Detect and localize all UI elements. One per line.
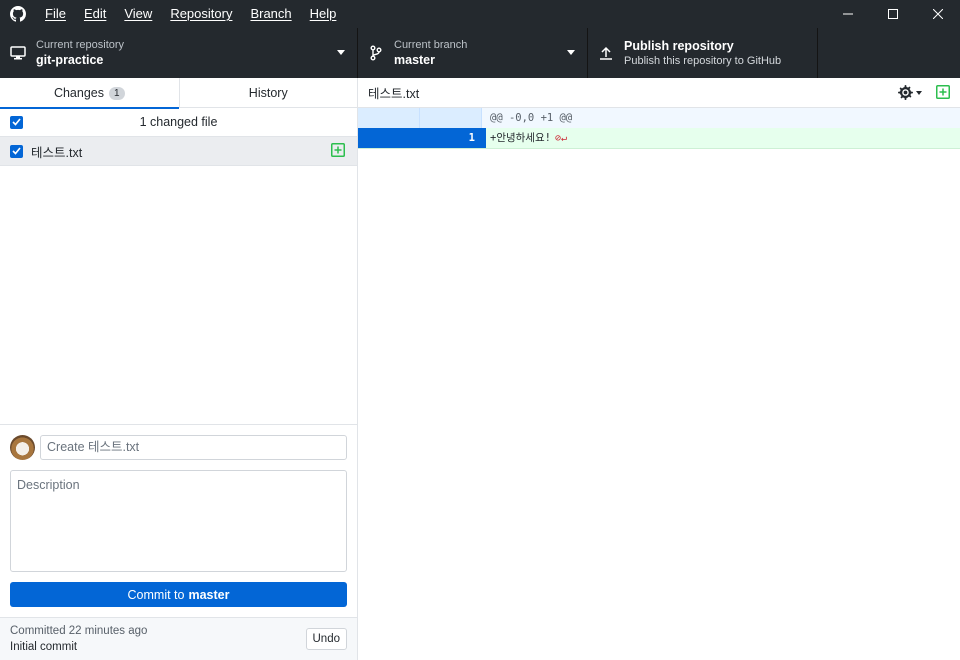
old-line-number (358, 128, 420, 148)
last-commit-message: Initial commit (10, 641, 78, 653)
changed-files-header: 1 changed file (0, 108, 357, 137)
changed-files-summary: 1 changed file (139, 115, 218, 129)
checkmark-icon (12, 147, 21, 155)
menu-branch[interactable]: Branch (241, 0, 300, 28)
upload-arrow-icon (588, 46, 624, 60)
github-logo-icon (0, 0, 36, 28)
chevron-down-icon (567, 50, 575, 55)
file-added-icon (331, 142, 345, 160)
list-item[interactable]: 테스트.txt (0, 137, 357, 166)
commit-summary-input[interactable]: Create 테스트.txt (40, 435, 347, 460)
diff-settings-button[interactable] (898, 85, 922, 100)
diff-line-text: +안녕하세요! (490, 132, 551, 144)
old-line-number (358, 108, 420, 128)
toolbar: Current repository git-practice Current … (0, 28, 960, 78)
current-branch-button[interactable]: Current branch master (358, 28, 588, 78)
git-branch-icon (358, 45, 394, 61)
chevron-down-icon (916, 90, 922, 95)
diff-header: 테스트.txt (358, 78, 960, 108)
avatar (10, 435, 35, 460)
minimize-icon (842, 13, 853, 15)
hunk-text: @@ -0,0 +1 @@ (482, 108, 960, 128)
undo-button[interactable]: Undo (305, 628, 347, 650)
gear-icon (898, 85, 913, 100)
branch-name: master (394, 53, 435, 67)
tab-history[interactable]: History (178, 78, 358, 108)
diff-hunk-header: @@ -0,0 +1 @@ (358, 108, 960, 128)
diff-file-name: 테스트.txt (368, 87, 420, 101)
new-line-number: 1 (420, 128, 482, 148)
maximize-icon (887, 9, 898, 19)
maximize-button[interactable] (870, 0, 915, 28)
last-commit-time: Committed 22 minutes ago (10, 625, 148, 637)
title-bar: File Edit View Repository Branch Help (0, 0, 960, 28)
tab-history-label: History (248, 86, 288, 100)
file-added-icon (936, 85, 950, 102)
menu-help[interactable]: Help (301, 0, 346, 28)
menu-repository[interactable]: Repository (161, 0, 241, 28)
menu-file[interactable]: File (36, 0, 75, 28)
close-icon (932, 9, 943, 19)
tab-changes-label: Changes (53, 86, 104, 100)
tab-changes[interactable]: Changes 1 (0, 78, 179, 109)
desktop-icon (0, 46, 36, 60)
publish-repository-button[interactable]: Publish repository Publish this reposito… (588, 28, 818, 78)
new-line-number (420, 108, 482, 128)
commit-button[interactable]: Commit to master (10, 582, 347, 607)
repo-label: Current repository (36, 39, 125, 51)
commit-button-prefix: Commit to (127, 587, 185, 602)
window-controls (825, 0, 960, 28)
menu-view[interactable]: View (115, 0, 161, 28)
diff-pane: 테스트.txt @@ -0,0 +1 @@ 1 +안녕하세요! ⊘↵ (358, 78, 960, 660)
commit-description-input[interactable]: Description (10, 470, 347, 572)
branch-label: Current branch (394, 39, 468, 51)
chevron-down-icon (337, 50, 345, 55)
menu-edit[interactable]: Edit (75, 0, 115, 28)
repo-name: git-practice (36, 53, 104, 67)
current-repository-button[interactable]: Current repository git-practice (0, 28, 358, 78)
sidebar-tabs: Changes 1 History (0, 78, 358, 109)
diff-line-added[interactable]: 1 +안녕하세요! ⊘↵ (358, 128, 960, 149)
file-checkbox[interactable] (10, 144, 23, 158)
menu-bar: File Edit View Repository Branch Help (36, 0, 345, 28)
minimize-button[interactable] (825, 0, 870, 28)
last-commit-panel: Committed 22 minutes ago Initial commit … (0, 617, 357, 660)
publish-description: Publish this repository to GitHub (624, 55, 782, 67)
no-newline-icon: ⊘↵ (554, 133, 567, 144)
publish-title: Publish repository (624, 39, 734, 53)
sidebar: Changes 1 History 1 changed file 테스트.txt… (0, 78, 358, 660)
diff-line-content: +안녕하세요! ⊘↵ (482, 128, 960, 148)
commit-message-area: Create 테스트.txt Description Commit to mas… (0, 424, 357, 617)
changes-count-badge: 1 (108, 86, 125, 100)
file-name: 테스트.txt (31, 145, 83, 160)
commit-button-branch: master (188, 587, 230, 602)
close-window-button[interactable] (915, 0, 960, 28)
